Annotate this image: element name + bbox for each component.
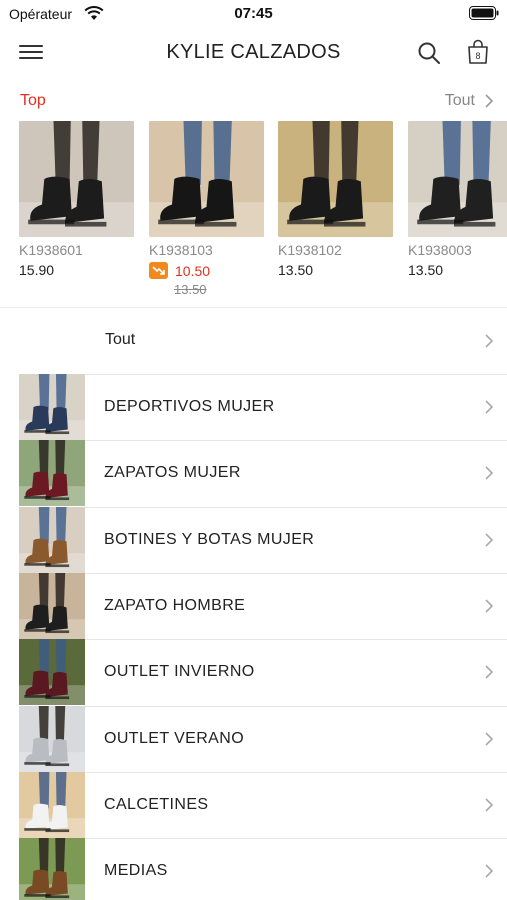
product-price: 13.50 — [408, 262, 444, 278]
category-image — [19, 838, 85, 900]
chevron-right-icon — [485, 400, 494, 414]
category-label: DEPORTIVOS MUJER — [104, 398, 275, 415]
category-row[interactable]: DEPORTIVOS MUJER — [0, 374, 507, 440]
category-image — [19, 639, 85, 706]
product-image[interactable] — [149, 121, 264, 237]
product-code: K1938601 — [19, 242, 83, 258]
status-bar: Opérateur 07:45 — [0, 0, 507, 28]
category-image — [19, 572, 85, 639]
top-see-all-link[interactable]: Tout — [445, 92, 475, 110]
row-divider — [19, 374, 507, 375]
product-code: K1938102 — [278, 242, 342, 258]
product-card[interactable]: K1938102 13.50 — [278, 121, 393, 278]
product-image[interactable] — [278, 121, 393, 237]
category-row[interactable]: ZAPATO HOMBRE — [0, 572, 507, 639]
category-label: ZAPATO HOMBRE — [104, 596, 246, 614]
category-label: OUTLET INVIERNO — [104, 663, 255, 681]
chevron-right-icon — [485, 798, 494, 812]
product-card[interactable]: K1938103 10.50 13.50 — [149, 121, 264, 297]
status-time: 07:45 — [234, 5, 273, 22]
category-image — [19, 705, 85, 772]
category-image — [19, 506, 85, 573]
category-row[interactable]: OUTLET VERANO — [0, 705, 507, 772]
chevron-right-icon[interactable] — [484, 93, 494, 109]
product-price: 13.50 — [278, 262, 314, 278]
shopping-bag-icon[interactable]: 8 — [466, 39, 490, 65]
chevron-right-icon — [485, 864, 494, 878]
chevron-right-icon — [485, 334, 494, 348]
category-row[interactable]: BOTINES Y BOTAS MUJER — [0, 506, 507, 573]
original-price: 13.50 — [174, 282, 207, 297]
row-divider — [19, 838, 507, 840]
product-image[interactable] — [408, 121, 507, 237]
product-image[interactable] — [19, 121, 134, 237]
chevron-right-icon — [485, 466, 494, 480]
category-label: BOTINES Y BOTAS MUJER — [104, 530, 315, 548]
store-title: KYLIE CALZADOS — [166, 41, 341, 63]
product-card[interactable]: K1938003 13.50 — [408, 121, 507, 278]
category-image — [19, 771, 85, 838]
row-divider — [19, 440, 507, 442]
sale-price: 10.50 — [175, 262, 211, 279]
chevron-right-icon — [485, 665, 494, 679]
product-price: 10.50 — [149, 262, 264, 279]
price-drop-icon — [149, 262, 168, 279]
search-icon[interactable] — [417, 41, 441, 65]
category-image — [19, 374, 85, 440]
row-divider — [19, 771, 507, 773]
row-divider — [19, 506, 507, 508]
category-label: CALCETINES — [104, 795, 209, 813]
chevron-right-icon — [485, 599, 494, 613]
product-code: K1938103 — [149, 242, 213, 258]
chevron-right-icon — [485, 731, 494, 746]
row-divider — [19, 705, 507, 707]
category-label: ZAPATOS MUJER — [104, 464, 241, 482]
chevron-right-icon — [485, 533, 494, 547]
cart-count: 8 — [475, 51, 480, 61]
category-label: OUTLET VERANO — [104, 729, 245, 747]
hamburger-menu-icon[interactable] — [19, 41, 43, 63]
category-row[interactable]: CALCETINES — [0, 771, 507, 838]
product-card[interactable]: K1938601 15.90 — [19, 121, 134, 278]
product-code: K1938003 — [408, 242, 472, 258]
category-row[interactable]: MEDIAS — [0, 838, 507, 900]
row-divider — [19, 572, 507, 574]
category-all-row[interactable]: Tout — [0, 308, 507, 374]
category-image — [19, 440, 85, 507]
battery-icon — [469, 6, 499, 20]
top-section-title: Top — [20, 92, 46, 109]
category-row[interactable]: OUTLET INVIERNO — [0, 639, 507, 706]
category-label: MEDIAS — [104, 862, 168, 880]
category-all-label: Tout — [105, 331, 136, 348]
row-divider — [19, 639, 507, 641]
product-price: 15.90 — [19, 262, 55, 278]
category-row[interactable]: ZAPATOS MUJER — [0, 440, 507, 507]
app-header: KYLIE CALZADOS 8 — [0, 28, 507, 80]
